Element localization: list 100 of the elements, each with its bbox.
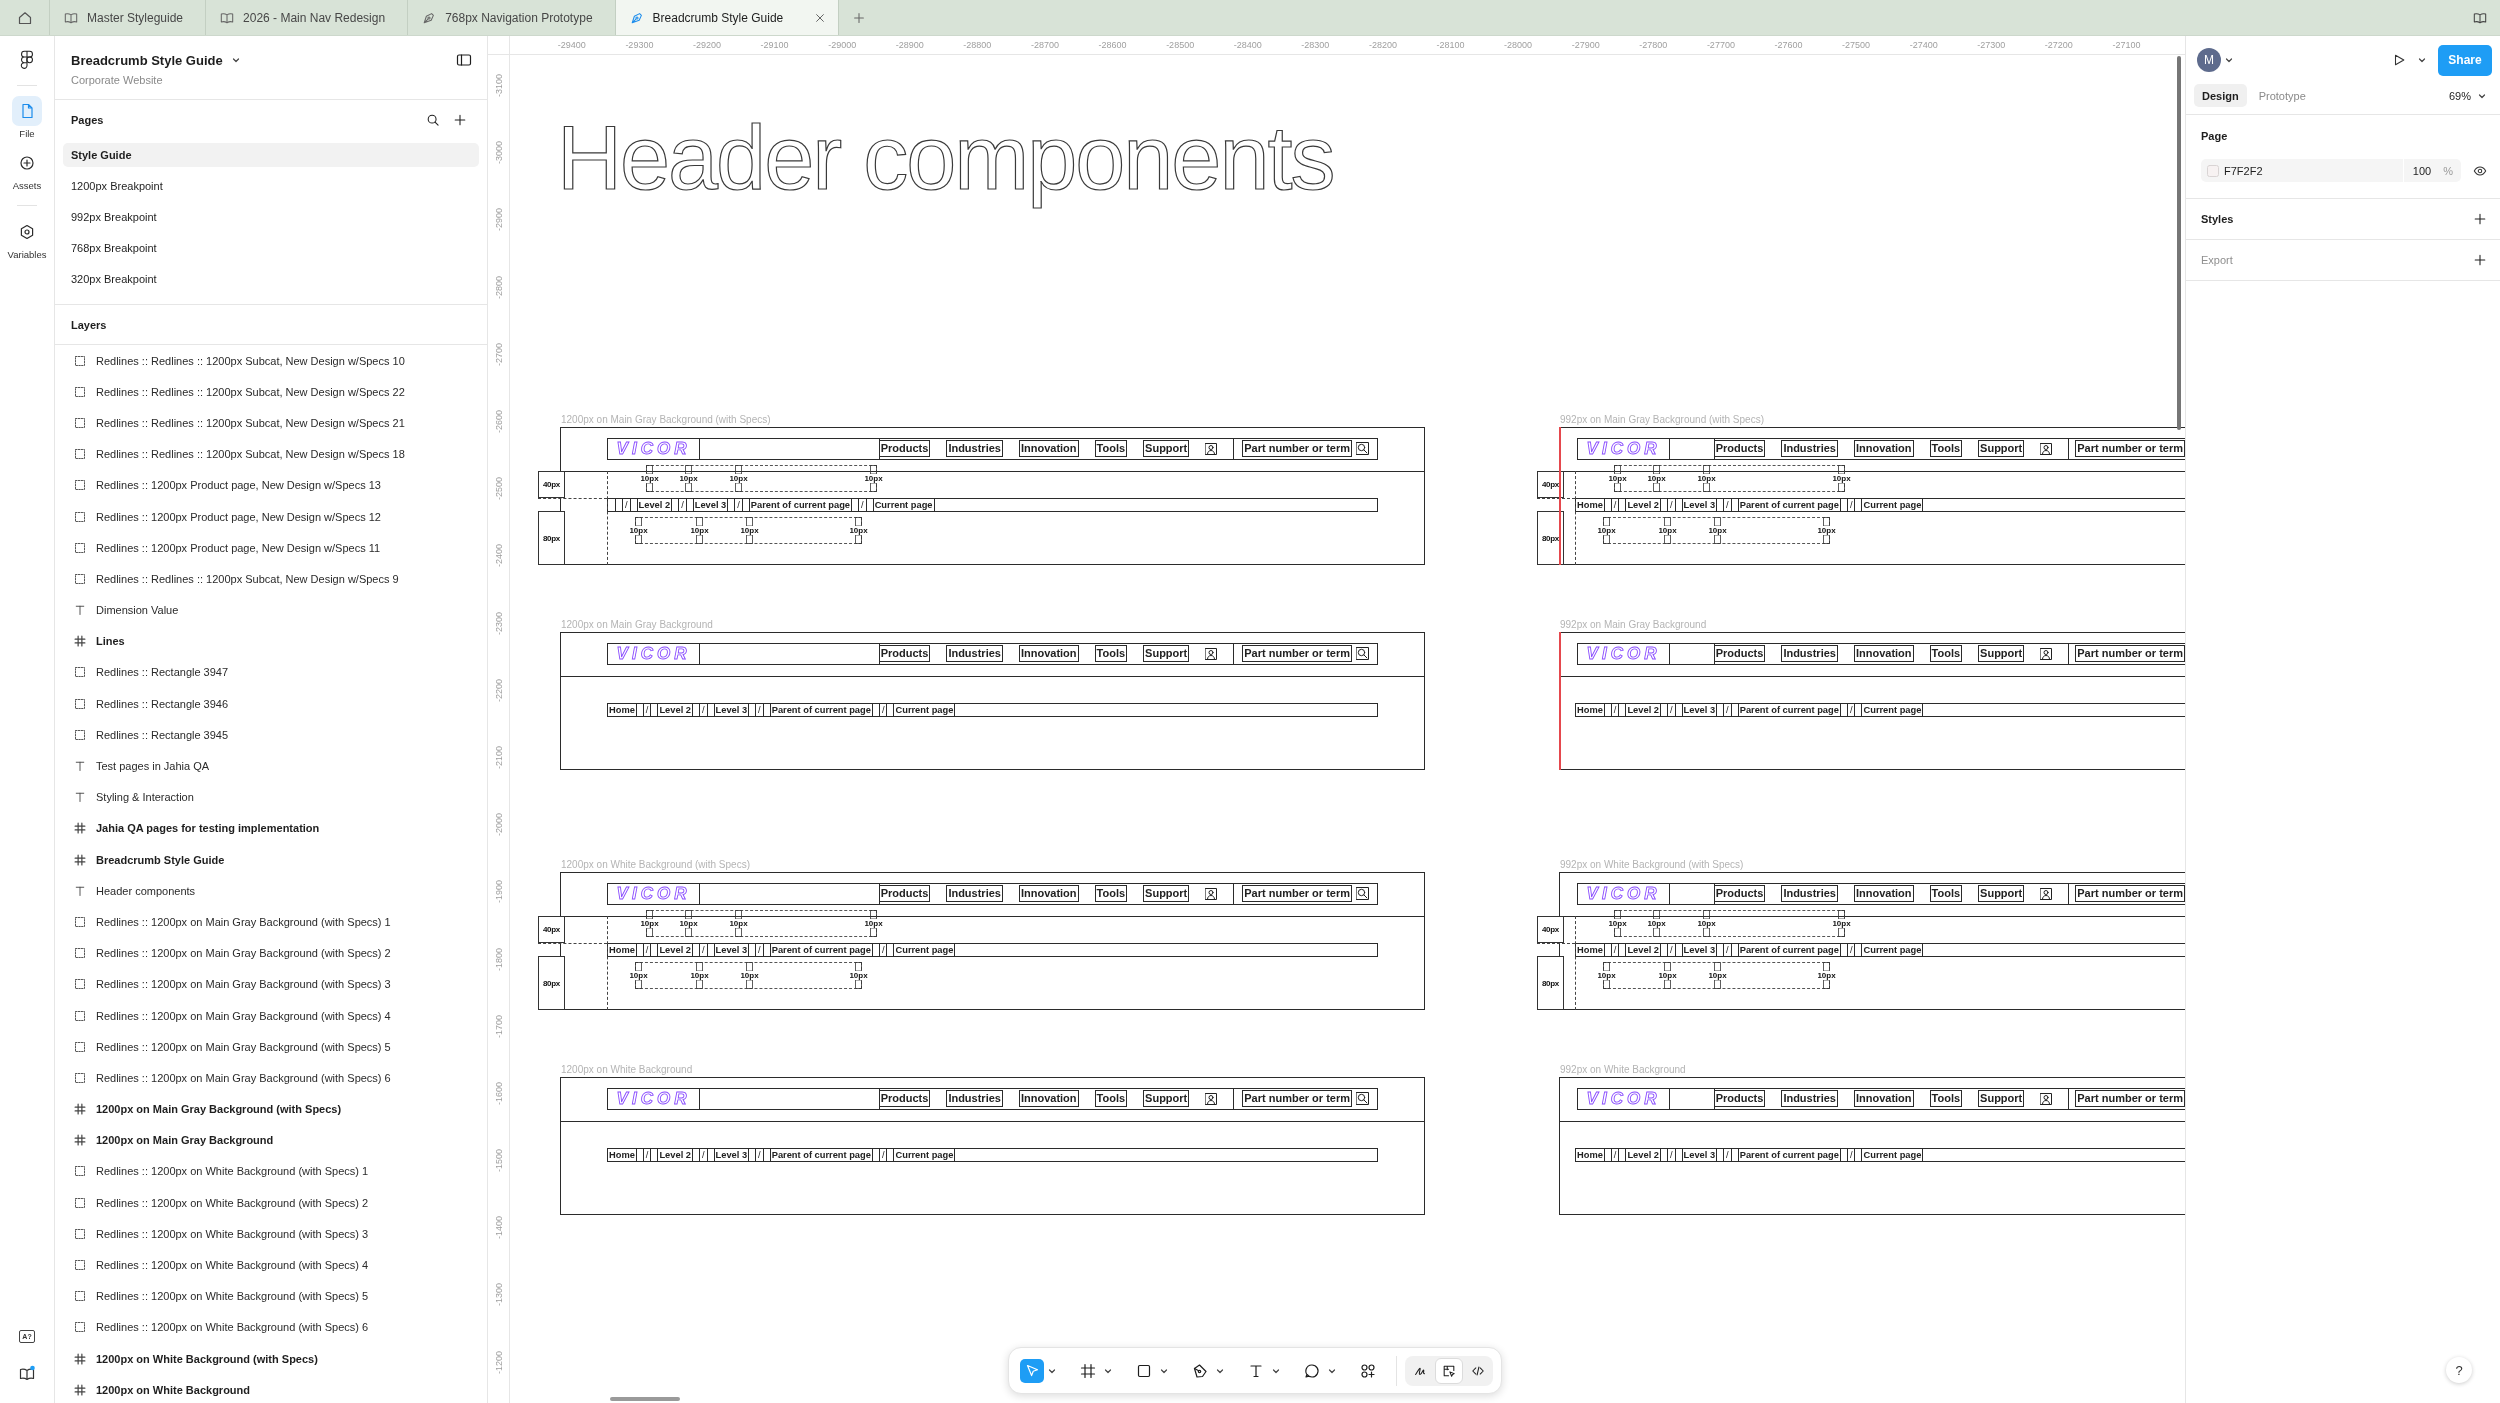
sidebar-toggle-icon[interactable] (456, 52, 472, 68)
layer-item[interactable]: Lines (55, 625, 487, 657)
page-item[interactable]: Style Guide (63, 143, 479, 167)
layer-item[interactable]: Redlines :: Redlines :: 1200px Subcat, New Design w/Specs 9 (55, 563, 487, 595)
layer-item[interactable]: Redlines :: Rectangle 3946 (55, 688, 487, 720)
layer-item[interactable]: Redlines :: Rectangle 3945 (55, 719, 487, 751)
panel-tab[interactable]: Design (2194, 84, 2247, 107)
breadcrumb-label: Level 2 (657, 1148, 693, 1162)
page-item[interactable]: 992px Breakpoint (63, 205, 479, 229)
layer-item[interactable]: Redlines :: 1200px Product page, New Design w/Specs 12 (55, 500, 487, 533)
ruler-label: -28000 (1504, 40, 1533, 50)
layer-item[interactable]: Redlines :: Redlines :: 1200px Subcat, New Design w/Specs 18 (55, 438, 487, 470)
layer-item[interactable]: Redlines :: 1200px on White Background (with Specs) 5 (55, 1280, 487, 1312)
breadcrumb-separator: / (642, 1148, 652, 1162)
nav-label: Innovation (1853, 645, 1914, 662)
user-avatar[interactable]: M (2197, 48, 2221, 72)
ruler-label: -28800 (963, 40, 992, 50)
ruler-label: -3000 (493, 141, 504, 165)
caret-icon[interactable] (2418, 56, 2426, 64)
rail-tab[interactable]: Assets (12, 148, 42, 192)
dimension-label: 10px (1646, 919, 1667, 928)
document-tab[interactable]: 2026 - Main Nav Redesign (206, 0, 409, 35)
layer-item[interactable]: Breadcrumb Style Guide (55, 844, 487, 876)
breadcrumb-label: Home (607, 1148, 637, 1162)
layer-item[interactable]: Redlines :: 1200px on White Background (with Specs) 6 (55, 1311, 487, 1343)
breadcrumb-separator: / (1610, 943, 1620, 957)
dashed-square-icon (74, 1196, 86, 1209)
dashed-square-icon (74, 416, 86, 429)
ruler-label: -27600 (1774, 40, 1803, 50)
breadcrumb-label: Level 2 (657, 943, 693, 957)
breadcrumb-label: Level 3 (1681, 703, 1718, 717)
book-icon[interactable] (19, 1365, 35, 1381)
layer-item[interactable]: Styling & Interaction (55, 781, 487, 813)
help-button[interactable]: ? (2446, 1357, 2472, 1383)
layer-item[interactable]: Redlines :: Redlines :: 1200px Subcat, New Design w/Specs 21 (55, 407, 487, 439)
hex-value: F7F2F2 (2224, 164, 2263, 177)
dashed-square-icon (74, 915, 86, 928)
rail-tab[interactable]: Variables (7, 217, 47, 261)
layer-item[interactable]: Redlines :: 1200px on White Background (with Specs) 2 (55, 1187, 487, 1219)
scrollbar-thumb[interactable] (610, 1397, 680, 1401)
page-item[interactable]: 320px Breakpoint (63, 267, 479, 291)
nav-label: Products (1713, 440, 1766, 457)
project-name: Corporate Website (71, 74, 164, 86)
dashed-square-icon (74, 978, 86, 991)
breadcrumb-label: Home (1575, 498, 1605, 512)
site-logo: VICOR (608, 1088, 700, 1109)
layer-item[interactable]: Redlines :: 1200px on Main Gray Background (with Specs) 4 (55, 999, 487, 1032)
zoom-menu-button[interactable]: 69% (2448, 84, 2486, 107)
layer-item[interactable]: Redlines :: 1200px on Main Gray Background (with Specs) 1 (55, 906, 487, 938)
layer-item[interactable]: 1200px on Main Gray Background (with Specs) (55, 1093, 487, 1125)
ruler-label: -2400 (493, 544, 504, 568)
rail-tab[interactable]: File (12, 96, 42, 140)
layer-item[interactable]: Redlines :: 1200px on White Background (with Specs) 3 (55, 1218, 487, 1250)
layer-item[interactable]: Redlines :: Redlines :: 1200px Subcat, New Design w/Specs 22 (55, 376, 487, 408)
plus-icon[interactable] (2473, 212, 2487, 226)
user-icon (2040, 887, 2053, 900)
layer-item[interactable]: Redlines :: 1200px on Main Gray Background (with Specs) 5 (55, 1031, 487, 1063)
document-tab[interactable]: Master Styleguide (50, 0, 207, 35)
layer-item[interactable]: Dimension Value (55, 594, 487, 626)
layer-item[interactable]: Jahia QA pages for testing implementation (55, 812, 487, 844)
app-logo-icon[interactable] (20, 50, 34, 71)
play-icon[interactable] (2392, 52, 2406, 68)
layer-item[interactable]: 1200px on White Background (55, 1374, 487, 1403)
layer-item[interactable]: Redlines :: 1200px Product page, New Design w/Specs 13 (55, 469, 487, 501)
layer-item[interactable]: Redlines :: 1200px on Main Gray Background (with Specs) 6 (55, 1062, 487, 1094)
ruler-label: -1200 (493, 1350, 504, 1374)
eye-icon[interactable] (2473, 163, 2487, 178)
page-item[interactable]: 1200px Breakpoint (63, 174, 479, 198)
layer-item[interactable]: Redlines :: 1200px Product page, New Design w/Specs 11 (55, 532, 487, 564)
layer-item[interactable]: Header components (55, 875, 487, 907)
layer-item[interactable]: Redlines :: Rectangle 3947 (55, 656, 487, 689)
layer-item[interactable]: Redlines :: 1200px on White Background (with Specs) 4 (55, 1249, 487, 1281)
color-field[interactable]: F7F2F2 100 % (2201, 159, 2461, 182)
panel-tab[interactable]: Prototype (2250, 84, 2314, 107)
plus-icon[interactable] (2473, 253, 2487, 267)
file-title[interactable]: Breadcrumb Style Guide (71, 52, 223, 68)
layer-item[interactable]: 1200px on White Background (with Specs) (55, 1343, 487, 1375)
layer-item[interactable]: Redlines :: 1200px on Main Gray Background (with Specs) 2 (55, 937, 487, 969)
home-icon (16, 9, 33, 26)
dimension-label: 10px (1831, 474, 1852, 483)
caret-icon[interactable] (2225, 56, 2233, 64)
plus-icon[interactable] (453, 113, 467, 127)
scrollbar-thumb[interactable] (2177, 56, 2181, 430)
document-tab[interactable]: 768px Navigation Prototype (408, 0, 616, 35)
user-icon (1205, 887, 1218, 900)
site-logo: VICOR (1578, 643, 1670, 664)
ruler-label: -28500 (1166, 40, 1195, 50)
layer-item[interactable]: Redlines :: Redlines :: 1200px Subcat, New Design w/Specs 10 (55, 345, 487, 377)
nav-label: Innovation (1853, 885, 1914, 902)
close-icon[interactable] (814, 11, 827, 24)
page-item[interactable]: 768px Breakpoint (63, 236, 479, 260)
layer-item[interactable]: Redlines :: 1200px on White Background (with Specs) 1 (55, 1155, 487, 1188)
search-icon[interactable] (426, 113, 440, 127)
layer-item[interactable]: 1200px on Main Gray Background (55, 1124, 487, 1156)
document-tab[interactable]: Breadcrumb Style Guide (615, 0, 840, 35)
mode-button[interactable] (1435, 1357, 1463, 1384)
layer-item[interactable]: Test pages in Jahia QA (55, 750, 487, 782)
caret-icon[interactable] (231, 56, 240, 64)
layer-item[interactable]: Redlines :: 1200px on Main Gray Background (with Specs) 3 (55, 968, 487, 1000)
dashed-square-icon (74, 510, 86, 523)
